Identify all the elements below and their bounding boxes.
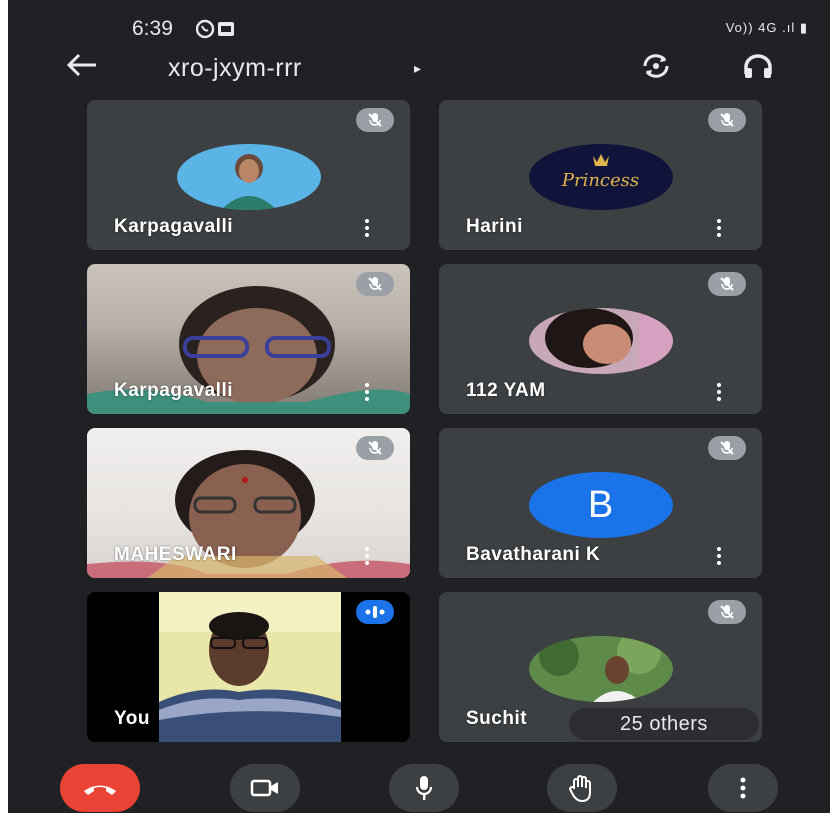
- participant-logo: Princess: [528, 144, 673, 210]
- end-call-button[interactable]: [60, 764, 140, 812]
- status-bar: 6:39 Vo)) 4G .ıl ▮: [8, 0, 830, 48]
- switch-camera-icon[interactable]: [641, 52, 671, 80]
- more-vert-icon[interactable]: [714, 218, 724, 238]
- participant-photo: [176, 144, 321, 210]
- status-time: 6:39: [132, 17, 173, 40]
- more-vert-icon: [740, 777, 746, 799]
- participant-video-tile[interactable]: Karpagavalli: [87, 264, 410, 414]
- signal-battery: Vo)) 4G .ıl ▮: [725, 20, 808, 35]
- logo-text: Princess: [561, 170, 640, 191]
- participant-tile[interactable]: 112 YAM: [439, 264, 762, 414]
- participant-tile[interactable]: Karpagavalli: [87, 100, 410, 250]
- speaking-indicator-icon: [356, 600, 394, 624]
- mic-off-icon: [708, 600, 746, 624]
- mic-off-icon: [708, 108, 746, 132]
- more-vert-icon[interactable]: [362, 218, 372, 238]
- self-video-feed: [159, 592, 341, 742]
- participant-name: Karpagavalli: [114, 380, 233, 401]
- mic-off-icon: [356, 436, 394, 460]
- participant-name: 112 YAM: [466, 380, 546, 401]
- video-camera-icon: [250, 779, 278, 797]
- mic-off-icon: [356, 108, 394, 132]
- microphone-icon: [415, 776, 433, 800]
- back-arrow-icon[interactable]: [66, 52, 98, 84]
- microphone-button[interactable]: [389, 764, 459, 812]
- raise-hand-icon: [568, 775, 591, 803]
- participant-name: Harini: [466, 216, 523, 237]
- call-controls: [8, 754, 830, 813]
- others-count-badge[interactable]: 25 others: [569, 708, 759, 740]
- more-vert-icon[interactable]: [714, 546, 724, 566]
- camera-button[interactable]: [230, 764, 300, 812]
- participant-photo: [528, 308, 673, 374]
- participant-tile[interactable]: Princess Harini: [439, 100, 762, 250]
- hang-up-icon: [84, 785, 116, 795]
- notification-icons: [195, 18, 236, 45]
- caret-icon[interactable]: ▸: [414, 60, 421, 77]
- participant-photo: [528, 636, 673, 702]
- meeting-code[interactable]: xro-jxym-rrr: [168, 54, 302, 83]
- participant-letter-avatar: B: [528, 472, 673, 538]
- mic-off-icon: [708, 272, 746, 296]
- headphones-icon[interactable]: [742, 52, 774, 80]
- self-video-tile[interactable]: You: [87, 592, 410, 742]
- more-vert-icon[interactable]: [714, 382, 724, 402]
- participant-name: Bavatharani K: [466, 544, 601, 565]
- participant-name: Suchit: [466, 708, 528, 729]
- more-vert-icon[interactable]: [362, 546, 372, 566]
- raise-hand-button[interactable]: [547, 764, 617, 812]
- mic-off-icon: [356, 272, 394, 296]
- more-options-button[interactable]: [708, 764, 778, 812]
- participant-video-tile[interactable]: MAHESWARI: [87, 428, 410, 578]
- participant-name: You: [114, 708, 150, 729]
- participant-tile[interactable]: B Bavatharani K: [439, 428, 762, 578]
- mic-off-icon: [708, 436, 746, 460]
- participant-name: MAHESWARI: [114, 544, 237, 565]
- app-header: xro-jxym-rrr ▸: [8, 48, 830, 94]
- meet-screen: 6:39 Vo)) 4G .ıl ▮ xro-jxym-rrr ▸ Karpag…: [8, 0, 830, 813]
- more-vert-icon[interactable]: [362, 382, 372, 402]
- participant-name: Karpagavalli: [114, 216, 233, 237]
